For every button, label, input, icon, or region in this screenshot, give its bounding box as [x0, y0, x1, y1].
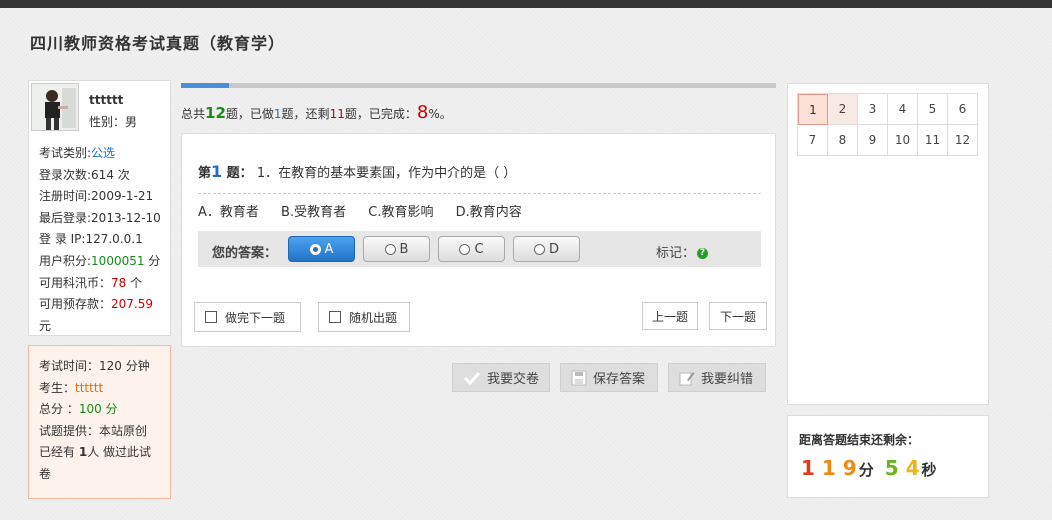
question-options: A．教育者 B.受教育者 C.教育影响 D.教育内容 — [198, 201, 540, 220]
login-ip: 登 录 IP:127.0.0.1 — [39, 232, 143, 247]
question-mark-icon[interactable]: ? — [697, 248, 709, 259]
countdown-timer: 1 1 9分 5 4秒 — [801, 456, 941, 480]
user-profile-panel: tttttt 性别：男 考试类别:公选 登录次数:614 次 注册时间:2009… — [28, 80, 171, 336]
report-error-button[interactable]: 我要纠错 — [668, 363, 766, 392]
option-b-text: B.受教育者 — [281, 205, 347, 220]
answer-label: 您的答案： — [212, 246, 278, 261]
total-score: 100 分 — [78, 402, 118, 417]
question-nav-item[interactable]: 3 — [858, 94, 888, 125]
taken-count-row: 已经有 1人 做过此试卷 — [39, 445, 152, 481]
points-value: 1000051 — [91, 253, 145, 268]
radio-icon — [533, 243, 545, 255]
answer-option-c[interactable]: C — [438, 236, 505, 262]
minute-unit: 分 — [858, 461, 874, 479]
auto-next-checkbox[interactable]: 做完下一题 — [194, 302, 301, 332]
answer-option-b[interactable]: B — [363, 236, 430, 262]
question-text: 1．在教育的基本要素国，作为中介的是（ ） — [252, 166, 517, 181]
second-digit: 4 — [905, 456, 920, 480]
remaining-count: 11 — [329, 107, 345, 121]
checkbox-icon — [329, 311, 341, 323]
question-navigator-panel: 1 2 3 4 5 6 7 8 9 10 11 12 — [787, 83, 989, 405]
percent-complete: 8 — [416, 102, 429, 123]
checkmark-icon — [463, 371, 481, 385]
points-row: 用户积分:1000051 分 — [39, 253, 161, 268]
done-count: 1 — [273, 107, 282, 121]
question-nav-item[interactable]: 5 — [918, 94, 948, 125]
question-nav-item[interactable]: 1 — [798, 94, 828, 125]
user-name: tttttt — [89, 93, 124, 107]
question-nav-item[interactable]: 7 — [798, 125, 828, 156]
question-nav-item[interactable]: 2 — [828, 94, 858, 125]
option-d-text: D.教育内容 — [455, 205, 522, 220]
second-digit: 5 — [884, 456, 899, 480]
coins-value: 78 — [111, 275, 127, 290]
user-gender: 性别：男 — [89, 115, 138, 129]
deposit-row: 可用预存款：207.59 元 — [39, 297, 154, 333]
exam-type-row: 考试类别:公选 — [39, 146, 116, 160]
coins-row: 可用科汛币：78 个 — [39, 275, 143, 290]
submit-exam-button[interactable]: 我要交卷 — [452, 363, 550, 392]
progress-bar-fill — [181, 83, 229, 88]
mark-control: 标记：? — [656, 242, 709, 261]
question-title: 第1 题： 1．在教育的基本要素国，作为中介的是（ ） — [198, 162, 517, 181]
question-grid: 1 2 3 4 5 6 7 8 9 10 11 12 — [797, 93, 978, 156]
user-details: 考试类别:公选 登录次数:614 次 注册时间:2009-1-21 最后登录:2… — [39, 143, 169, 337]
score-row: 总分 ：100 分 — [39, 402, 118, 417]
exam-info-panel: 考试时间：120 分钟 考生：tttttt 总分 ：100 分 试题提供：本站原… — [28, 345, 171, 499]
register-time: 注册时间:2009-1-21 — [39, 189, 154, 204]
minute-digit: 9 — [842, 456, 857, 480]
avatar — [31, 83, 79, 131]
progress-summary: 总共12题，已做1题，还剩11题，已完成：8%。 — [181, 102, 452, 123]
option-c-text: C.教育影响 — [368, 205, 434, 220]
radio-selected-icon — [309, 243, 321, 255]
top-bar — [0, 0, 1052, 8]
taken-count: 1 — [78, 445, 88, 460]
next-question-button[interactable]: 下一题 — [709, 302, 767, 330]
answer-option-a[interactable]: A — [288, 236, 355, 262]
second-unit: 秒 — [921, 461, 937, 479]
avatar-image — [32, 84, 78, 130]
question-provider: 试题提供：本站原创 — [39, 423, 148, 438]
total-count: 12 — [205, 104, 226, 122]
exam-time: 考试时间：120 分钟 — [39, 359, 150, 373]
question-panel: 第1 题： 1．在教育的基本要素国，作为中介的是（ ） A．教育者 B.受教育者… — [181, 133, 776, 347]
exam-type-link[interactable]: 公选 — [91, 146, 115, 160]
deposit-value: 207.59 — [111, 297, 154, 312]
examinee-name: tttttt — [75, 380, 104, 395]
examinee-row: 考生：tttttt — [39, 380, 104, 395]
radio-icon — [384, 243, 396, 255]
checkbox-icon — [205, 311, 217, 323]
option-a-text: A．教育者 — [198, 205, 259, 220]
minute-digit: 1 — [801, 456, 815, 480]
question-nav-item[interactable]: 6 — [948, 94, 978, 125]
countdown-label: 距离答题结束还剩余： — [799, 433, 920, 447]
save-answer-button[interactable]: 保存答案 — [560, 363, 658, 392]
minute-digit: 1 — [821, 456, 836, 480]
question-number: 1 — [211, 162, 223, 181]
countdown-panel: 距离答题结束还剩余： 1 1 9分 5 4秒 — [787, 415, 989, 498]
page-title: 四川教师资格考试真题（教育学） — [30, 34, 286, 53]
question-nav-item[interactable]: 11 — [918, 125, 948, 156]
login-count: 登录次数:614 次 — [39, 167, 130, 182]
divider — [198, 193, 761, 194]
question-nav-item[interactable]: 4 — [888, 94, 918, 125]
question-nav-item[interactable]: 10 — [888, 125, 918, 156]
last-login: 最后登录:2013-12-10 — [39, 210, 161, 225]
edit-icon — [679, 371, 695, 385]
progress-bar — [181, 83, 776, 88]
question-nav-item[interactable]: 8 — [828, 125, 858, 156]
random-order-checkbox[interactable]: 随机出题 — [318, 302, 410, 332]
prev-question-button[interactable]: 上一题 — [642, 302, 698, 330]
answer-bar: 您的答案： A B C D 标记：? — [198, 231, 761, 267]
question-nav-item[interactable]: 9 — [858, 125, 888, 156]
answer-option-d[interactable]: D — [513, 236, 580, 262]
save-icon — [571, 370, 587, 385]
radio-icon — [459, 243, 471, 255]
question-nav-item[interactable]: 12 — [948, 125, 978, 156]
